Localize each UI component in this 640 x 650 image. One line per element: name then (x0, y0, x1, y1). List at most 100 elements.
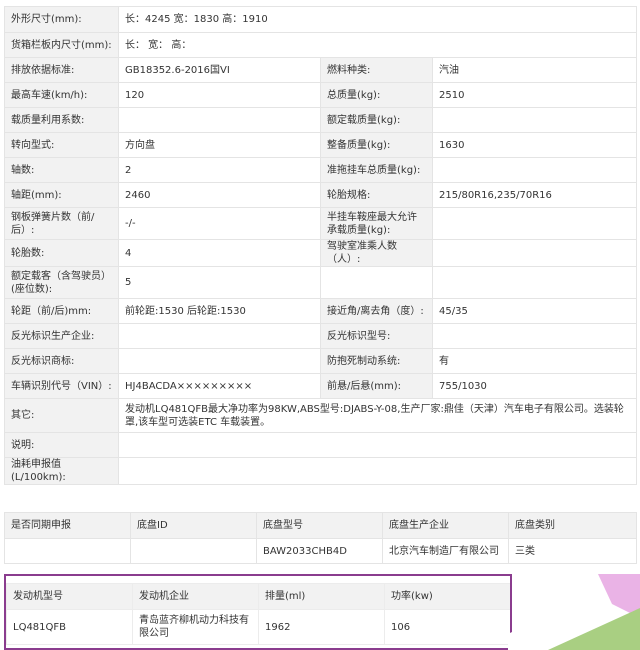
spec-row: 排放依据标准: GB18352.6-2016国VI 燃料种类: 汽油 (4, 57, 637, 83)
spec-row: 转向型式: 方向盘 整备质量(kg): 1630 (4, 132, 637, 158)
chassis-header-cell: 底盘类别 (508, 512, 637, 539)
spec-value: 755/1030 (432, 373, 637, 399)
spec-row: 轮胎数: 4 驾驶室准乘人数（人）: (4, 239, 637, 267)
spec-value: -/- (118, 207, 321, 240)
corner-watermark (508, 574, 640, 650)
chassis-cell: 三类 (508, 538, 637, 564)
spec-label: 接近角/离去角（度）: (320, 298, 433, 324)
spec-label: 轴数: (4, 157, 119, 183)
spec-value: 发动机LQ481QFB最大净功率为98KW,ABS型号:DJABS-Y-08,生… (118, 398, 637, 433)
engine-cell: 106 (384, 609, 511, 645)
spec-value: 120 (118, 82, 321, 108)
spec-label: 油耗申报值(L/100km): (4, 457, 119, 485)
chassis-cell (4, 538, 131, 564)
spec-table-body: 外形尺寸(mm): 长：4245 宽：1830 高：1910 货箱栏板内尺寸(m… (4, 6, 637, 485)
spec-value (118, 107, 321, 133)
spec-value (432, 207, 637, 240)
engine-header-row: 发动机型号 发动机企业 排量(ml) 功率(kw) (6, 583, 511, 610)
spec-value: GB18352.6-2016国VI (118, 57, 321, 83)
engine-data-row: LQ481QFB 青岛蓝齐柳机动力科技有限公司 1962 106 (6, 609, 511, 645)
spec-label: 轮胎规格: (320, 182, 433, 208)
spec-value (118, 323, 321, 349)
chassis-header-cell: 底盘ID (130, 512, 257, 539)
spec-value: 2510 (432, 82, 637, 108)
engine-cell: LQ481QFB (6, 609, 133, 645)
spec-value: 4 (118, 239, 321, 267)
chassis-header-cell: 底盘型号 (256, 512, 383, 539)
spec-value: 长：4245 宽：1830 高：1910 (118, 6, 637, 33)
spec-label: 轴距(mm): (4, 182, 119, 208)
spec-label (320, 266, 433, 299)
spec-label: 准拖挂车总质量(kg): (320, 157, 433, 183)
spec-label: 说明: (4, 432, 119, 458)
spec-row: 额定载客（含驾驶员）(座位数): 5 (4, 266, 637, 299)
spec-row: 说明: (4, 432, 637, 458)
spec-value (118, 432, 637, 458)
spec-label: 外形尺寸(mm): (4, 6, 119, 33)
chassis-cell: BAW2033CHB4D (256, 538, 383, 564)
spec-value (118, 457, 637, 485)
watermark-white-shape (508, 624, 548, 650)
spec-label: 排放依据标准: (4, 57, 119, 83)
spec-row: 货箱栏板内尺寸(mm): 长： 宽： 高： (4, 32, 637, 58)
spec-value (432, 107, 637, 133)
engine-header-cell: 发动机企业 (132, 583, 259, 610)
spec-value: 215/80R16,235/70R16 (432, 182, 637, 208)
engine-cell: 青岛蓝齐柳机动力科技有限公司 (132, 609, 259, 645)
engine-cell: 1962 (258, 609, 385, 645)
chassis-header-row: 是否同期申报 底盘ID 底盘型号 底盘生产企业 底盘类别 (4, 512, 637, 539)
spec-value: 前轮距:1530 后轮距:1530 (118, 298, 321, 324)
spec-label: 半挂车鞍座最大允许承载质量(kg): (320, 207, 433, 240)
spec-table: 外形尺寸(mm): 长：4245 宽：1830 高：1910 货箱栏板内尺寸(m… (4, 6, 637, 485)
spec-label: 钢板弹簧片数（前/后）: (4, 207, 119, 240)
chassis-cell (130, 538, 257, 564)
spec-label: 最高车速(km/h): (4, 82, 119, 108)
spec-value: 2 (118, 157, 321, 183)
spec-label: 转向型式: (4, 132, 119, 158)
spec-row: 轴距(mm): 2460 轮胎规格: 215/80R16,235/70R16 (4, 182, 637, 208)
spec-label: 载质量利用系数: (4, 107, 119, 133)
spec-label: 反光标识商标: (4, 348, 119, 374)
spec-label: 总质量(kg): (320, 82, 433, 108)
spec-value (432, 266, 637, 299)
spec-label: 前悬/后悬(mm): (320, 373, 433, 399)
spec-label: 额定载客（含驾驶员）(座位数): (4, 266, 119, 299)
spec-label: 燃料种类: (320, 57, 433, 83)
spec-row: 反光标识商标: 防抱死制动系统: 有 (4, 348, 637, 374)
chassis-data-row: BAW2033CHB4D 北京汽车制造厂有限公司 三类 (4, 538, 637, 564)
spec-value: 45/35 (432, 298, 637, 324)
spec-label: 车辆识别代号（VIN）: (4, 373, 119, 399)
chassis-header-cell: 是否同期申报 (4, 512, 131, 539)
spec-row: 钢板弹簧片数（前/后）: -/- 半挂车鞍座最大允许承载质量(kg): (4, 207, 637, 240)
watermark-graphic (508, 574, 640, 650)
spec-row: 轮距（前/后)mm: 前轮距:1530 后轮距:1530 接近角/离去角（度）:… (4, 298, 637, 324)
spec-value: HJ4BACDA××××××××× (118, 373, 321, 399)
spec-row: 油耗申报值(L/100km): (4, 457, 637, 485)
spec-value: 汽油 (432, 57, 637, 83)
spec-value: 1630 (432, 132, 637, 158)
watermark-green-shape (548, 608, 640, 650)
spec-row: 轴数: 2 准拖挂车总质量(kg): (4, 157, 637, 183)
spec-value (432, 157, 637, 183)
spec-label: 驾驶室准乘人数（人）: (320, 239, 433, 267)
spec-row: 最高车速(km/h): 120 总质量(kg): 2510 (4, 82, 637, 108)
spec-row: 车辆识别代号（VIN）: HJ4BACDA××××××××× 前悬/后悬(mm)… (4, 373, 637, 399)
spec-label: 其它: (4, 398, 119, 433)
spec-row: 反光标识生产企业: 反光标识型号: (4, 323, 637, 349)
spec-label: 反光标识生产企业: (4, 323, 119, 349)
spec-value: 长： 宽： 高： (118, 32, 637, 58)
spec-value: 5 (118, 266, 321, 299)
engine-header-cell: 排量(ml) (258, 583, 385, 610)
spec-value: 方向盘 (118, 132, 321, 158)
engine-header-cell: 发动机型号 (6, 583, 133, 610)
spec-label: 额定载质量(kg): (320, 107, 433, 133)
spec-label: 轮距（前/后)mm: (4, 298, 119, 324)
spec-value (432, 323, 637, 349)
spec-label: 反光标识型号: (320, 323, 433, 349)
spec-value: 2460 (118, 182, 321, 208)
chassis-header-cell: 底盘生产企业 (382, 512, 509, 539)
chassis-table: 是否同期申报 底盘ID 底盘型号 底盘生产企业 底盘类别 BAW2033CHB4… (4, 512, 637, 564)
spec-label: 轮胎数: (4, 239, 119, 267)
spec-row: 外形尺寸(mm): 长：4245 宽：1830 高：1910 (4, 6, 637, 33)
chassis-cell: 北京汽车制造厂有限公司 (382, 538, 509, 564)
